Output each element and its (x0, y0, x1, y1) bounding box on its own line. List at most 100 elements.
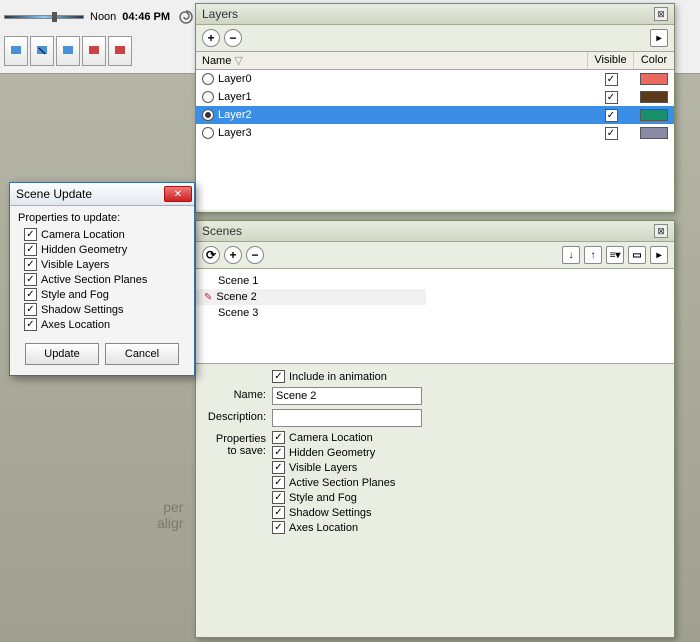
update-scene-button[interactable]: ⟳ (202, 246, 220, 264)
col-visible[interactable]: Visible (588, 52, 634, 69)
scene-description-label: Description: (204, 409, 272, 423)
prop-checkbox[interactable]: ✓ (272, 506, 285, 519)
prop-row: ✓Hidden Geometry (272, 446, 395, 459)
prop-checkbox[interactable]: ✓ (272, 521, 285, 534)
layer-name: Layer3 (218, 127, 588, 139)
prop-label: Style and Fog (289, 492, 357, 504)
layer-visible[interactable]: ✓ (588, 109, 634, 122)
col-color[interactable]: Color (634, 52, 674, 69)
dialog-heading: Properties to update: (18, 212, 186, 224)
remove-scene-button[interactable]: − (246, 246, 264, 264)
prop-checkbox[interactable]: ✓ (24, 273, 37, 286)
prop-label: Axes Location (41, 319, 110, 331)
spiral-icon[interactable] (176, 7, 196, 27)
scene-row[interactable]: ✎ Scene 2 (196, 289, 426, 305)
prop-checkbox[interactable]: ✓ (24, 318, 37, 331)
scene-description-input[interactable] (272, 409, 422, 427)
scenes-toolbar: ⟳ + − ↓ ↑ ≡▾ ▭ ▸ (196, 242, 674, 269)
scene-label: Scene 1 (218, 275, 258, 287)
scenes-panel-header[interactable]: Scenes ⊠ (196, 221, 674, 242)
prop-checkbox[interactable]: ✓ (272, 461, 285, 474)
scene-row[interactable]: Scene 3 (196, 305, 674, 321)
update-button[interactable]: Update (25, 343, 99, 365)
slider-track[interactable] (4, 15, 84, 19)
prop-checkbox[interactable]: ✓ (24, 303, 37, 316)
layer-name: Layer0 (218, 73, 588, 85)
prop-label: Active Section Planes (289, 477, 395, 489)
pencil-icon: ✎ (204, 292, 212, 303)
scene-tab-2[interactable] (30, 36, 54, 66)
prop-checkbox[interactable]: ✓ (272, 491, 285, 504)
dialog-titlebar[interactable]: Scene Update ✕ (10, 183, 194, 206)
remove-layer-button[interactable]: − (224, 29, 242, 47)
slider-thumb[interactable] (52, 12, 57, 22)
scenes-panel: Scenes ⊠ ⟳ + − ↓ ↑ ≡▾ ▭ ▸ Scene 1 ✎ Scene … (195, 220, 675, 638)
time-slider[interactable] (4, 15, 84, 19)
prop-checkbox[interactable]: ✓ (24, 243, 37, 256)
prop-row: ✓ Camera Location (272, 431, 395, 444)
layer-row[interactable]: Layer2✓ (196, 106, 674, 124)
layer-visible[interactable]: ✓ (588, 91, 634, 104)
prop-label: Hidden Geometry (41, 244, 127, 256)
move-down-button[interactable]: ↓ (562, 246, 580, 264)
details-toggle-button[interactable]: ▭ (628, 246, 646, 264)
prop-label: Active Section Planes (41, 274, 147, 286)
prop-checkbox[interactable]: ✓ (24, 228, 37, 241)
layer-color[interactable] (634, 73, 674, 85)
scene-label: Scene 2 (216, 291, 256, 303)
scene-tab-1[interactable] (4, 36, 28, 66)
prop-label: Visible Layers (41, 259, 109, 271)
scenes-props-list: ✓Camera Location✓Hidden Geometry✓Visible… (272, 431, 395, 534)
dialog-buttons: Update Cancel (10, 337, 194, 375)
layer-radio[interactable] (202, 127, 214, 139)
scene-name-input[interactable] (272, 387, 422, 405)
layer-radio[interactable] (202, 91, 214, 103)
layers-menu-button[interactable]: ▸ (650, 29, 668, 47)
layer-row[interactable]: Layer0✓ (196, 70, 674, 88)
scene-row[interactable]: Scene 1 (196, 273, 674, 289)
layer-name: Layer2 (218, 109, 588, 121)
add-scene-button[interactable]: + (224, 246, 242, 264)
prop-label: Axes Location (289, 522, 358, 534)
dialog-title: Scene Update (16, 187, 92, 201)
include-animation-label: Include in animation (289, 371, 387, 383)
layers-toolbar: + − ▸ (196, 25, 674, 52)
close-icon[interactable]: ⊠ (654, 7, 668, 21)
prop-checkbox[interactable]: ✓ (272, 431, 285, 444)
close-icon[interactable]: ⊠ (654, 224, 668, 238)
col-name[interactable]: Name ▽ (196, 52, 588, 69)
prop-label: Camera Location (289, 432, 373, 444)
cancel-button[interactable]: Cancel (105, 343, 179, 365)
layer-radio[interactable] (202, 109, 214, 121)
prop-row: ✓Camera Location (24, 228, 186, 241)
prop-checkbox[interactable]: ✓ (24, 288, 37, 301)
add-layer-button[interactable]: + (202, 29, 220, 47)
scenes-menu-button[interactable]: ▸ (650, 246, 668, 264)
layer-color[interactable] (634, 91, 674, 103)
scenes-panel-title: Scenes (202, 224, 242, 238)
prop-checkbox[interactable]: ✓ (272, 446, 285, 459)
layer-color[interactable] (634, 109, 674, 121)
layer-visible[interactable]: ✓ (588, 73, 634, 86)
move-up-button[interactable]: ↑ (584, 246, 602, 264)
scene-tab-5[interactable] (108, 36, 132, 66)
prop-checkbox[interactable]: ✓ (272, 476, 285, 489)
layer-visible[interactable]: ✓ (588, 127, 634, 140)
layer-row[interactable]: Layer3✓ (196, 124, 674, 142)
scene-update-dialog: Scene Update ✕ Properties to update: ✓Ca… (9, 182, 195, 376)
layers-panel-title: Layers (202, 7, 238, 21)
scene-tab-4[interactable] (82, 36, 106, 66)
layer-color[interactable] (634, 127, 674, 139)
prop-row: ✓ Active Section Planes (24, 273, 186, 286)
prop-row: ✓Shadow Settings (272, 506, 395, 519)
close-icon[interactable]: ✕ (164, 186, 192, 202)
prop-row: ✓ Style and Fog (272, 491, 395, 504)
include-animation-checkbox[interactable]: ✓ (272, 370, 285, 383)
prop-checkbox[interactable]: ✓ (24, 258, 37, 271)
scene-tab-3[interactable] (56, 36, 80, 66)
layers-panel-header[interactable]: Layers ⊠ (196, 4, 674, 25)
list-view-button[interactable]: ≡▾ (606, 246, 624, 264)
layer-radio[interactable] (202, 73, 214, 85)
layer-row[interactable]: Layer1✓ (196, 88, 674, 106)
prop-row: ✓Style and Fog (24, 288, 186, 301)
